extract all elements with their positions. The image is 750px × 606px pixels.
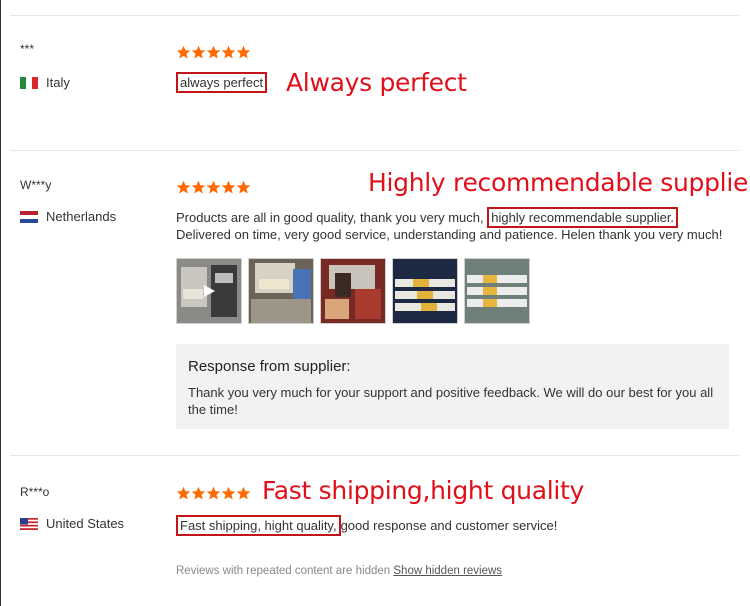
page-left-border xyxy=(0,0,1,606)
reviewer-name: *** xyxy=(20,42,35,56)
supplier-response: Response from supplier: Thank you very m… xyxy=(176,344,729,429)
star-icon xyxy=(236,45,251,59)
netherlands-flag-icon xyxy=(20,210,38,223)
hidden-reviews-text: Reviews with repeated content are hidden xyxy=(176,565,391,577)
review-text: always perfect xyxy=(176,72,268,93)
review-photo-thumbnail[interactable] xyxy=(464,258,530,324)
country-name: Netherlands xyxy=(46,209,117,224)
star-icon xyxy=(206,486,221,500)
review-photo-thumbnail[interactable] xyxy=(392,258,458,324)
photo-image xyxy=(321,259,385,323)
review-text-end: good response and customer service! xyxy=(340,518,558,533)
show-hidden-reviews-link[interactable]: Show hidden reviews xyxy=(393,565,502,577)
review-photo-thumbnail[interactable] xyxy=(248,258,314,324)
annotation-label: Highly recommendable supplier xyxy=(368,168,750,197)
annotation-label: Fast shipping,hight quality xyxy=(262,476,585,505)
star-icon xyxy=(191,45,206,59)
reviewer-name: W***y xyxy=(20,178,52,192)
review-text: Products are all in good quality, thank … xyxy=(176,207,736,243)
star-icon xyxy=(176,45,191,59)
star-icon xyxy=(176,180,191,194)
star-icon xyxy=(236,486,251,500)
usa-flag-icon xyxy=(20,517,38,530)
divider xyxy=(10,455,740,456)
photo-image xyxy=(249,259,313,323)
review-text: Fast shipping, hight quality, good respon… xyxy=(176,515,558,536)
reviewer-country: United States xyxy=(20,516,124,531)
star-icon xyxy=(206,45,221,59)
hidden-reviews-note: Reviews with repeated content are hidden… xyxy=(176,565,502,577)
star-icon xyxy=(221,180,236,194)
italy-flag-icon xyxy=(20,76,38,89)
review-text-start: Products are all in good quality, thank … xyxy=(176,210,484,225)
review-video-thumbnail[interactable] xyxy=(176,258,242,324)
star-icon xyxy=(221,486,236,500)
highlighted-phrase: highly recommendable supplier. xyxy=(487,207,679,228)
star-rating xyxy=(176,45,251,60)
star-icon xyxy=(206,180,221,194)
star-rating xyxy=(176,486,251,501)
star-icon xyxy=(176,486,191,500)
reviewer-country: Netherlands xyxy=(20,209,116,224)
highlighted-phrase: always perfect xyxy=(176,72,268,93)
star-icon xyxy=(236,180,251,194)
country-name: United States xyxy=(46,516,125,531)
highlighted-phrase: Fast shipping, hight quality, xyxy=(176,515,341,536)
response-body: Thank you very much for your support and… xyxy=(188,385,714,417)
reviewer-country: Italy xyxy=(20,75,70,90)
response-title: Response from supplier: xyxy=(188,358,351,375)
review-photos xyxy=(176,258,536,324)
country-name: Italy xyxy=(46,75,70,90)
review-text-end: Delivered on time, very good service, un… xyxy=(176,227,723,242)
star-icon xyxy=(191,486,206,500)
star-icon xyxy=(221,45,236,59)
divider xyxy=(10,150,740,151)
star-icon xyxy=(191,180,206,194)
photo-image xyxy=(465,259,529,323)
reviewer-name: R***o xyxy=(20,485,50,499)
divider xyxy=(10,15,740,16)
review-photo-thumbnail[interactable] xyxy=(320,258,386,324)
star-rating xyxy=(176,180,251,195)
play-icon xyxy=(204,285,215,297)
photo-image xyxy=(393,259,457,323)
annotation-label: Always perfect xyxy=(286,68,467,97)
